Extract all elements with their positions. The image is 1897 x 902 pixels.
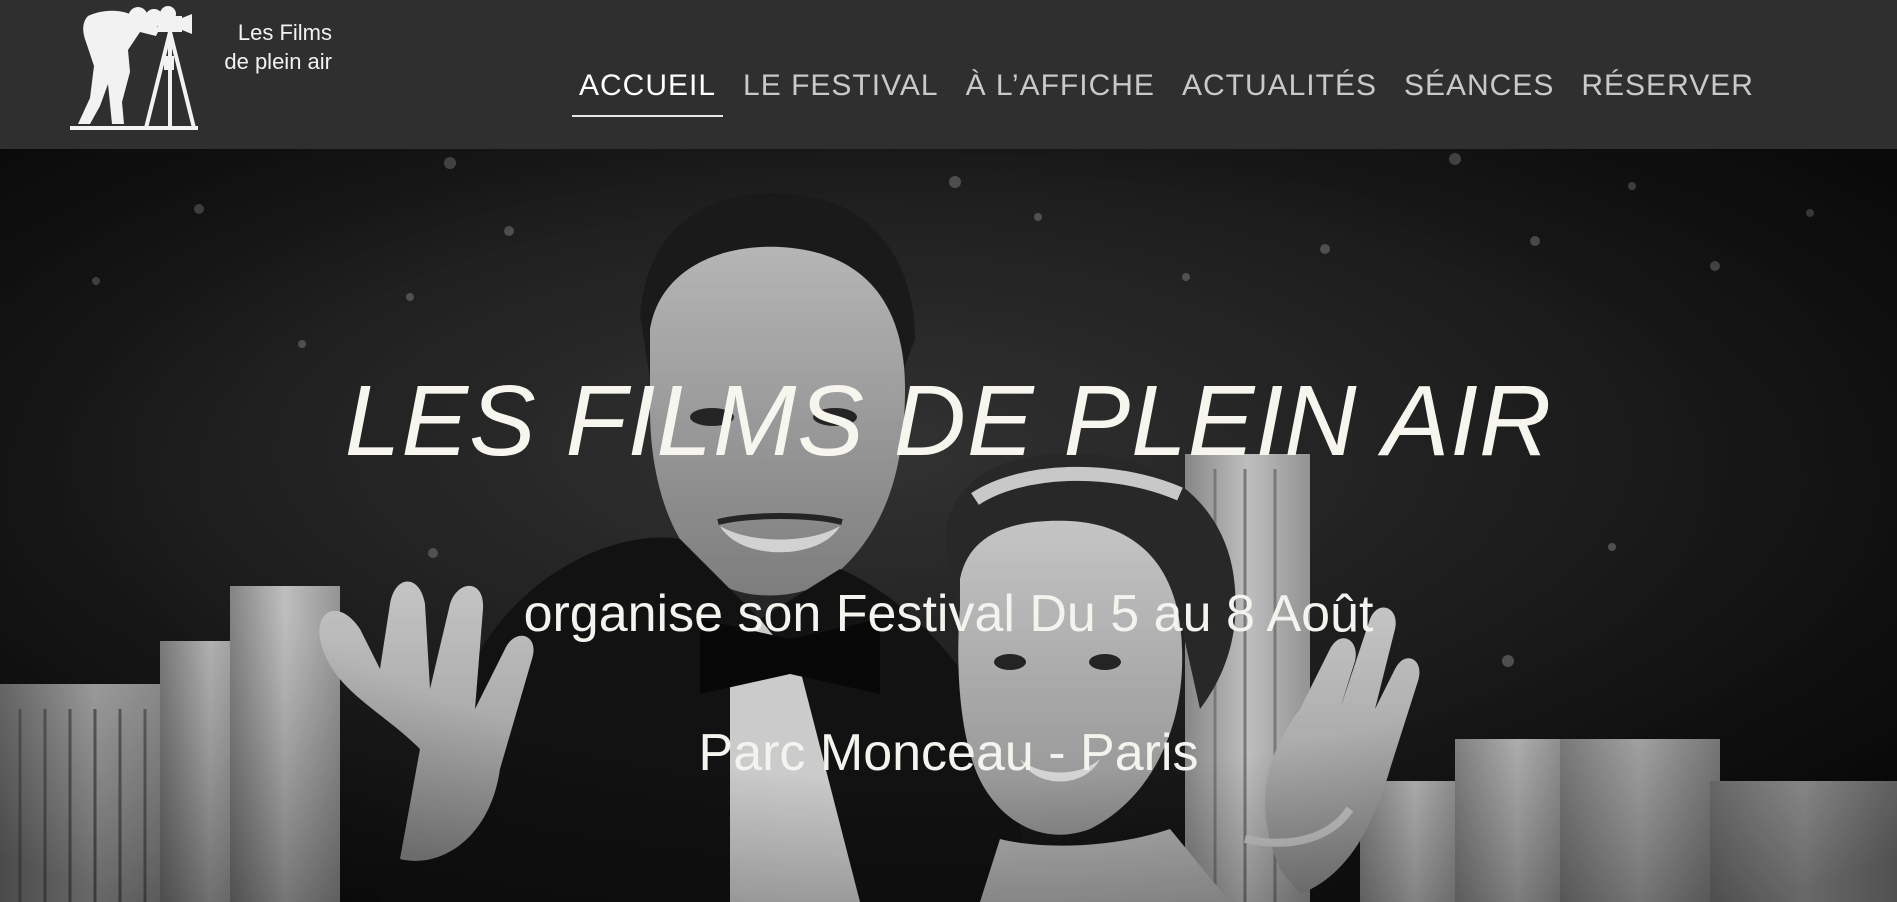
site-logo[interactable]: Les Films de plein air xyxy=(70,2,332,134)
hero-title: LES FILMS DE PLEIN AIR xyxy=(344,365,1553,477)
hero-location: Parc Monceau - Paris xyxy=(698,724,1199,782)
nav-item-reserver[interactable]: RÉSERVER xyxy=(1574,66,1761,117)
logo-text: Les Films de plein air xyxy=(182,18,332,76)
main-nav: ACCUEIL LE FESTIVAL À L’AFFICHE ACTUALIT… xyxy=(572,66,1774,126)
nav-item-actualites[interactable]: ACTUALITÉS xyxy=(1175,66,1384,117)
page: Les Films de plein air ACCUEIL LE FESTIV… xyxy=(0,0,1897,902)
site-header: Les Films de plein air ACCUEIL LE FESTIV… xyxy=(0,0,1897,149)
hero-subtitle: organise son Festival Du 5 au 8 Août xyxy=(523,585,1374,643)
logo-line-2: de plein air xyxy=(224,49,332,74)
hero-background-image xyxy=(0,149,1897,902)
logo-line-1: Les Films xyxy=(237,20,332,45)
nav-item-le-festival[interactable]: LE FESTIVAL xyxy=(736,66,946,117)
hero-banner: LES FILMS DE PLEIN AIR organise son Fest… xyxy=(0,149,1897,902)
nav-item-accueil[interactable]: ACCUEIL xyxy=(572,66,724,117)
nav-item-seances[interactable]: SÉANCES xyxy=(1397,66,1561,117)
nav-item-a-l-affiche[interactable]: À L’AFFICHE xyxy=(959,66,1162,117)
